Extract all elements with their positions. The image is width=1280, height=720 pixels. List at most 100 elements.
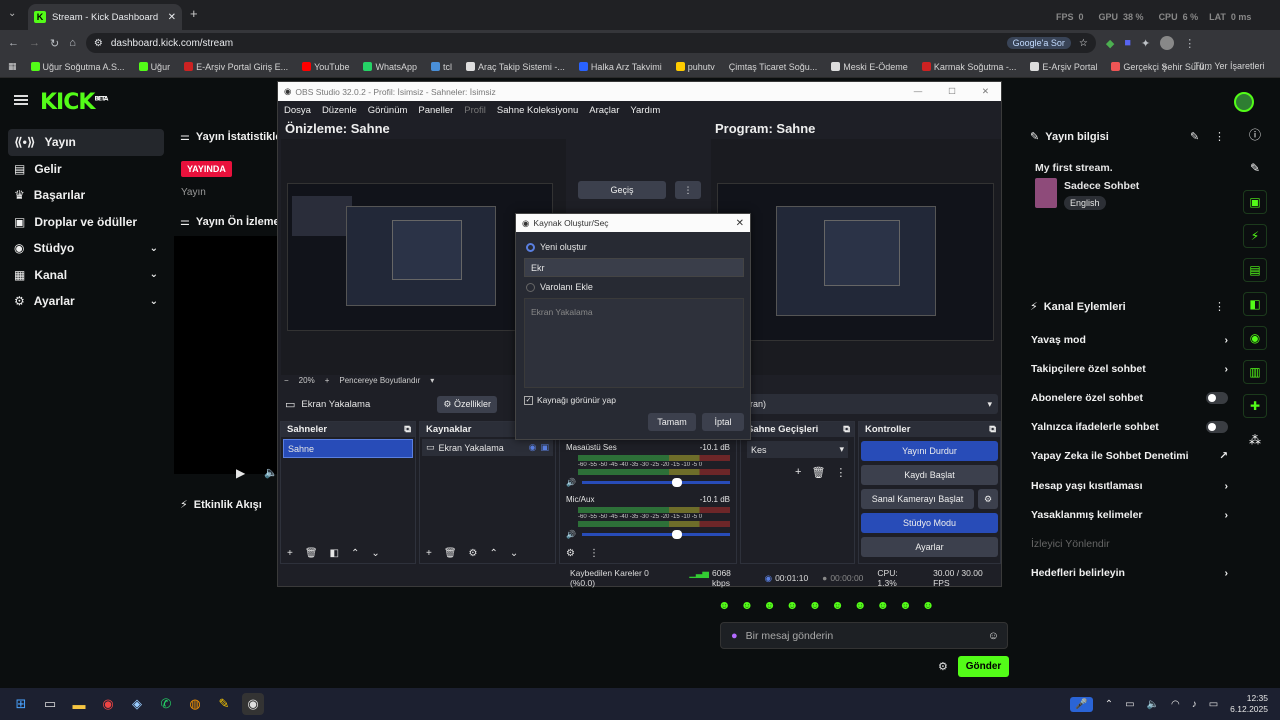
up-icon[interactable]: ⌃ xyxy=(490,548,498,559)
bookmark-item[interactable]: Halka Arz Takvimi xyxy=(578,62,662,72)
sidebar-item-basarilar[interactable]: ♛ Başarılar xyxy=(8,182,164,209)
network-icon[interactable]: ⁂ xyxy=(1243,428,1267,452)
edit-icon[interactable]: ✎ xyxy=(1190,130,1199,143)
menu-yardim[interactable]: Yardım xyxy=(630,105,660,116)
emote-icon[interactable]: ☻ xyxy=(718,598,731,616)
whatsapp-icon[interactable]: ✆ xyxy=(155,693,177,715)
avatar[interactable] xyxy=(1160,36,1175,50)
user-avatar[interactable] xyxy=(1234,92,1254,112)
visible-checkbox[interactable]: ✓ Kaynağı görünür yap xyxy=(524,395,616,405)
pen-icon[interactable]: ✎ xyxy=(1243,156,1267,180)
menu-duzenle[interactable]: Düzenle xyxy=(322,105,357,116)
maximize-icon[interactable]: ☐ xyxy=(948,86,956,97)
stop-stream-button[interactable]: Yayını Durdur xyxy=(861,441,998,461)
clip-icon[interactable]: ▣ xyxy=(1243,190,1267,214)
sidebar-item-studyo[interactable]: ◉ Stüdyo ⌄ xyxy=(8,235,164,262)
steam-icon[interactable]: ◈ xyxy=(126,693,148,715)
action-goals[interactable]: Hedefleri belirleyin › xyxy=(1031,559,1236,588)
sidebar-item-yayin[interactable]: ⟪•⟫ Yayın xyxy=(8,129,164,156)
create-new-radio[interactable]: Yeni oluştur xyxy=(526,242,587,252)
extension-icon[interactable]: ■ xyxy=(1124,37,1131,49)
zoom-out-icon[interactable]: − xyxy=(284,376,289,385)
action-emotes-only[interactable]: Yalnızca ifadelerle sohbet xyxy=(1031,413,1236,442)
wrench-icon[interactable]: ✚ xyxy=(1243,394,1267,418)
more-bookmarks-icon[interactable]: » xyxy=(1162,61,1167,71)
tray-overflow-icon[interactable]: ⌃ xyxy=(1105,699,1113,710)
bookmark-item[interactable]: Çimtaş Ticaret Soğu... xyxy=(729,62,818,72)
source-name-input[interactable]: Ekr xyxy=(524,258,744,277)
site-info-icon[interactable]: ⚙ xyxy=(94,38,103,49)
sidebar-item-kanal[interactable]: ▦ Kanal ⌄ xyxy=(8,262,164,289)
virtual-camera-button[interactable]: Sanal Kamerayı Başlat xyxy=(861,489,974,509)
bookmark-item[interactable]: WhatsApp xyxy=(363,62,417,72)
volume-icon[interactable]: 🔈 xyxy=(264,466,278,479)
mixer-menu-icon[interactable]: ⋮ xyxy=(589,548,599,559)
volume-slider[interactable] xyxy=(581,530,730,539)
down-icon[interactable]: ⌄ xyxy=(510,548,518,559)
chat-settings-icon[interactable]: ⚙ xyxy=(938,660,948,673)
ok-button[interactable]: Tamam xyxy=(648,413,696,431)
transition-select[interactable]: Kes ▾ xyxy=(747,441,848,458)
down-icon[interactable]: ⌄ xyxy=(371,548,379,559)
emote-icon[interactable]: ☻ xyxy=(899,598,912,616)
menu-gorunum[interactable]: Görünüm xyxy=(368,105,408,116)
emote-icon[interactable]: ☻ xyxy=(876,598,889,616)
mic-tray-icon[interactable]: 🎤 xyxy=(1070,696,1093,712)
windows-start-icon[interactable]: ⊞ xyxy=(10,693,32,715)
zoom-in-icon[interactable]: + xyxy=(325,376,330,385)
wifi-icon[interactable]: ◠ xyxy=(1171,699,1180,710)
settings-button[interactable]: Ayarlar xyxy=(861,537,998,557)
more-icon[interactable]: ⋮ xyxy=(1214,300,1225,313)
google-ask-button[interactable]: Google'a Sor xyxy=(1006,37,1071,49)
gear-icon[interactable]: ⚙ xyxy=(469,548,478,559)
file-explorer-icon[interactable]: ▬ xyxy=(68,693,90,715)
volume-slider[interactable] xyxy=(581,478,730,487)
menu-profil[interactable]: Profil xyxy=(464,105,486,116)
sidebar-item-ayarlar[interactable]: ⚙ Ayarlar ⌄ xyxy=(8,288,164,315)
back-icon[interactable]: ← xyxy=(8,37,19,49)
trash-icon[interactable]: 🗑 xyxy=(444,548,457,559)
app-icon[interactable]: ◍ xyxy=(184,693,206,715)
emoji-icon[interactable]: ☺ xyxy=(988,630,999,642)
speaker-icon[interactable]: ♪ xyxy=(1192,699,1197,710)
emote-icon[interactable]: ☻ xyxy=(809,598,822,616)
add-icon[interactable]: + xyxy=(795,466,801,479)
play-icon[interactable]: ▶ xyxy=(236,466,245,480)
forward-icon[interactable]: → xyxy=(29,37,40,49)
chrome-icon[interactable]: ◉ xyxy=(97,693,119,715)
extension-shield-icon[interactable]: ◆ xyxy=(1106,37,1114,50)
bookmark-item[interactable]: tcl xyxy=(431,62,452,72)
bookmark-item[interactable]: Meski E-Ödeme xyxy=(831,62,908,72)
action-slow-mode[interactable]: Yavaş mod › xyxy=(1031,325,1236,354)
bookmark-item[interactable]: puhutv xyxy=(675,62,715,72)
close-icon[interactable]: ✕ xyxy=(982,86,989,97)
home-icon[interactable]: ⌂ xyxy=(69,37,76,49)
bolt-icon[interactable]: ⚡ xyxy=(1243,224,1267,248)
emote-icon[interactable]: ☻ xyxy=(854,598,867,616)
app-icon[interactable]: ✎ xyxy=(213,693,235,715)
speaker-tray-icon[interactable]: 🔈 xyxy=(1147,699,1159,710)
bookmark-item[interactable]: YouTube xyxy=(302,62,349,72)
virtual-camera-settings-icon[interactable]: ⚙ xyxy=(978,489,998,509)
stream-preview[interactable] xyxy=(174,236,284,474)
preview-canvas[interactable] xyxy=(287,183,553,331)
trash-icon[interactable]: 🗑 xyxy=(811,466,825,479)
address-bar[interactable]: ⚙ dashboard.kick.com/stream Google'a Sor… xyxy=(85,33,1096,53)
hamburger-menu-icon[interactable] xyxy=(14,95,28,105)
action-followers-only[interactable]: Takipçilere özel sohbet › xyxy=(1031,354,1236,383)
transition-button[interactable]: Geçiş xyxy=(578,181,666,199)
all-bookmarks[interactable]: Tüm Yer İşaretleri xyxy=(1194,61,1265,71)
source-item[interactable]: ▭ Ekran Yakalama ◉ ▣ xyxy=(422,439,553,456)
reload-icon[interactable]: ↻ xyxy=(50,37,59,50)
action-banned-words[interactable]: Yasaklanmış kelimeler › xyxy=(1031,500,1236,529)
trash-icon[interactable]: 🗑 xyxy=(305,548,318,559)
start-recording-button[interactable]: Kaydı Başlat xyxy=(861,465,998,485)
add-existing-radio[interactable]: Varolanı Ekle xyxy=(526,282,593,292)
emote-icon[interactable]: ☻ xyxy=(786,598,799,616)
bookmark-star-icon[interactable]: ☆ xyxy=(1079,38,1088,49)
existing-source-item[interactable]: Ekran Yakalama xyxy=(525,299,743,325)
speaker-icon[interactable]: 🔊 xyxy=(566,478,576,487)
menu-paneller[interactable]: Paneller xyxy=(418,105,453,116)
zoom-mode[interactable]: Pencereye Boyutlandır xyxy=(339,376,420,385)
bookmark-item[interactable]: E-Arşiv Portal Giriş E... xyxy=(184,62,288,72)
